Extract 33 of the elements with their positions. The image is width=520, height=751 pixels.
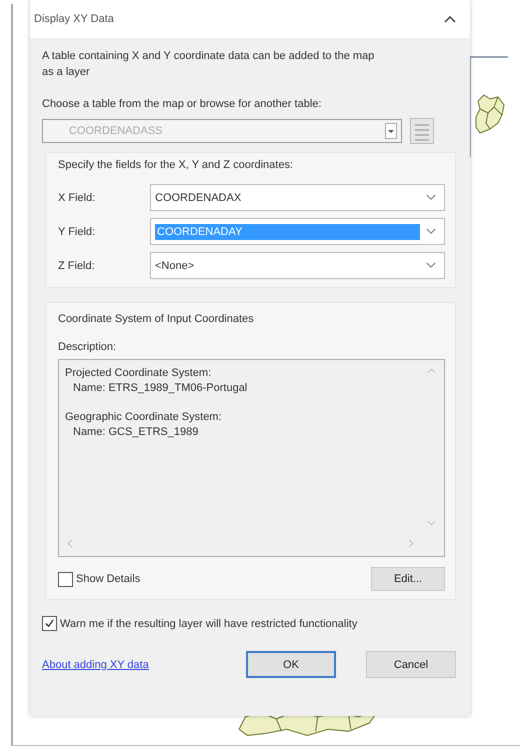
intro-text: A table containing X and Y coordinate data can be added to the map as a layer — [42, 49, 376, 80]
description-label: Description: — [58, 341, 118, 353]
field-label: Z Field: — [58, 260, 96, 272]
cancel-button[interactable]: Cancel — [366, 651, 456, 678]
description-text: Name: GCS_ETRS_1989 — [72, 425, 198, 440]
scroll-down-icon[interactable] — [427, 520, 436, 526]
description-text: Geographic Coordinate System: — [65, 410, 222, 425]
edit-button[interactable]: Edit... — [371, 567, 445, 591]
chevron-up-icon[interactable] — [444, 15, 456, 23]
table-prompt: Choose a table from the map or browse for another table: — [42, 98, 322, 110]
description-text: Projected Coordinate System: — [65, 366, 212, 381]
group-title: Specify the fields for the X, Y and Z coordinates: — [58, 159, 294, 171]
scroll-up-icon[interactable] — [427, 368, 436, 374]
scroll-right-icon[interactable] — [408, 539, 414, 548]
browse-icon[interactable] — [410, 118, 434, 144]
check-icon — [44, 618, 55, 629]
scroll-left-icon[interactable] — [67, 539, 73, 548]
checkbox[interactable] — [42, 616, 57, 631]
chevron-down-icon — [426, 194, 436, 201]
field-dropdown[interactable]: COORDENADAX — [150, 184, 445, 211]
ok-button[interactable]: OK — [246, 651, 336, 678]
checkbox-label: Warn me if the resulting layer will have restricted functionality — [60, 618, 358, 630]
field-label: Y Field: — [58, 226, 96, 238]
field-dropdown[interactable]: <None> — [150, 252, 445, 279]
field-label: X Field: — [58, 192, 96, 204]
help-link[interactable]: About adding XY data — [42, 658, 149, 670]
group-title: Coordinate System of Input Coordinates — [58, 313, 255, 325]
chevron-down-icon — [426, 262, 436, 269]
window-title: Display XY Data — [34, 13, 114, 25]
chevron-down-icon — [426, 228, 436, 235]
checkbox-label: Show Details — [76, 573, 140, 585]
checkbox[interactable] — [58, 572, 73, 586]
description-text: Name: ETRS_1989_TM06-Portugal — [72, 381, 248, 396]
